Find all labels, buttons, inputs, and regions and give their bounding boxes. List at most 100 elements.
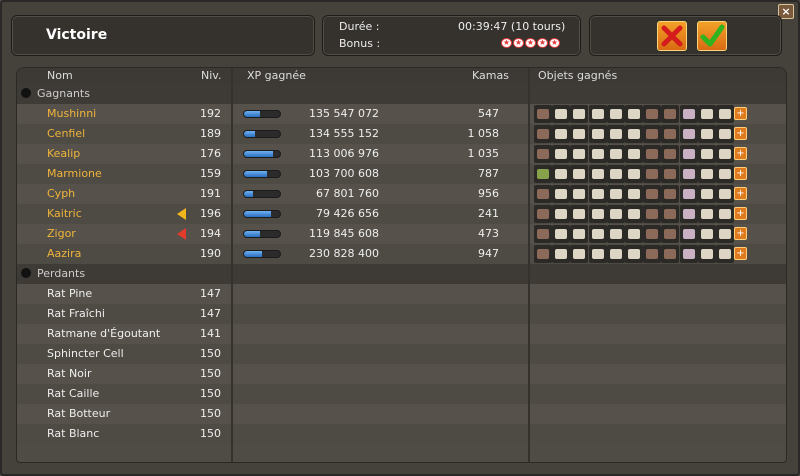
item-icon[interactable] — [606, 225, 625, 243]
item-icon[interactable] — [552, 165, 571, 183]
item-icon[interactable] — [588, 105, 607, 123]
table-row[interactable]: Rat Fraîchi 147 — [17, 304, 786, 324]
table-row[interactable]: Rat Caille 150 — [17, 384, 786, 404]
item-icon[interactable] — [716, 225, 734, 243]
item-icon[interactable] — [606, 145, 625, 163]
item-icon[interactable] — [552, 245, 571, 263]
item-icon[interactable] — [606, 105, 625, 123]
item-icon[interactable] — [625, 165, 643, 183]
item-icon[interactable] — [625, 125, 643, 143]
table-row[interactable]: Sphincter Cell 150 — [17, 344, 786, 364]
item-icon[interactable] — [570, 205, 589, 223]
item-icon[interactable] — [588, 185, 607, 203]
player-name[interactable]: Rat Blanc — [47, 427, 99, 440]
item-icon[interactable] — [643, 165, 662, 183]
table-row[interactable]: Ratmane d'Égoutant 141 — [17, 324, 786, 344]
orange-plus-icon[interactable]: + — [734, 187, 747, 200]
orange-plus-icon[interactable]: + — [734, 227, 747, 240]
item-icon[interactable] — [570, 225, 589, 243]
item-icon[interactable] — [534, 125, 552, 143]
player-name[interactable]: Rat Caille — [47, 387, 99, 400]
player-name[interactable]: Aazira — [47, 247, 81, 260]
orange-plus-icon[interactable]: + — [734, 247, 747, 260]
item-icon[interactable] — [643, 145, 662, 163]
player-name[interactable]: Rat Fraîchi — [47, 307, 105, 320]
item-icon[interactable] — [643, 245, 662, 263]
item-icon[interactable] — [679, 205, 698, 223]
item-icon[interactable] — [625, 225, 643, 243]
item-icon[interactable] — [716, 125, 734, 143]
item-icon[interactable] — [661, 225, 680, 243]
item-icon[interactable] — [588, 205, 607, 223]
item-icon[interactable] — [697, 145, 716, 163]
orange-plus-icon[interactable]: + — [734, 147, 747, 160]
player-name[interactable]: Sphincter Cell — [47, 347, 124, 360]
item-icon[interactable] — [588, 245, 607, 263]
item-icon[interactable] — [679, 185, 698, 203]
orange-plus-icon[interactable]: + — [734, 167, 747, 180]
item-icon[interactable] — [661, 205, 680, 223]
item-icon[interactable] — [643, 205, 662, 223]
item-icon[interactable] — [697, 185, 716, 203]
table-row[interactable]: Rat Blanc 150 — [17, 424, 786, 444]
orange-plus-icon[interactable]: + — [734, 127, 747, 140]
item-icon[interactable] — [716, 145, 734, 163]
item-icon[interactable] — [588, 225, 607, 243]
item-icon[interactable] — [552, 145, 571, 163]
item-icon[interactable] — [570, 185, 589, 203]
item-icon[interactable] — [588, 145, 607, 163]
item-icon[interactable] — [625, 245, 643, 263]
item-icon[interactable] — [697, 125, 716, 143]
item-icon[interactable] — [625, 105, 643, 123]
item-icon[interactable] — [534, 245, 552, 263]
table-row[interactable]: Rat Pine 147 — [17, 284, 786, 304]
item-icon[interactable] — [534, 145, 552, 163]
item-icon[interactable] — [661, 145, 680, 163]
item-icon[interactable] — [716, 185, 734, 203]
item-icon[interactable] — [552, 185, 571, 203]
item-icon[interactable] — [606, 185, 625, 203]
item-icon[interactable] — [643, 225, 662, 243]
item-icon[interactable] — [625, 185, 643, 203]
item-icon[interactable] — [679, 225, 698, 243]
item-icon[interactable] — [534, 185, 552, 203]
player-name[interactable]: Kealip — [47, 147, 80, 160]
item-icon[interactable] — [625, 205, 643, 223]
item-icon[interactable] — [716, 165, 734, 183]
item-icon[interactable] — [552, 125, 571, 143]
item-icon[interactable] — [552, 205, 571, 223]
item-icon[interactable] — [534, 205, 552, 223]
player-name[interactable]: Rat Pine — [47, 287, 92, 300]
table-row[interactable]: Mushinni 192 135 547 072 547 + — [17, 104, 786, 124]
player-name[interactable]: Zigor — [47, 227, 76, 240]
player-name[interactable]: Mushinni — [47, 107, 96, 120]
table-row[interactable]: Rat Botteur 150 — [17, 404, 786, 424]
item-icon[interactable] — [606, 205, 625, 223]
player-name[interactable]: Marmione — [47, 167, 102, 180]
item-icon[interactable] — [570, 145, 589, 163]
item-icon[interactable] — [697, 205, 716, 223]
table-row[interactable]: Cyph 191 67 801 760 956 + — [17, 184, 786, 204]
item-icon[interactable] — [716, 205, 734, 223]
table-row[interactable]: Zigor 194 119 845 608 473 + — [17, 224, 786, 244]
table-row[interactable]: Aazira 190 230 828 400 947 + — [17, 244, 786, 264]
item-icon[interactable] — [679, 245, 698, 263]
item-icon[interactable] — [661, 165, 680, 183]
item-icon[interactable] — [570, 125, 589, 143]
item-icon[interactable] — [570, 245, 589, 263]
player-name[interactable]: Kaitric — [47, 207, 82, 220]
item-icon[interactable] — [716, 245, 734, 263]
item-icon[interactable] — [643, 105, 662, 123]
orange-plus-icon[interactable]: + — [734, 207, 747, 220]
cancel-button[interactable] — [657, 21, 687, 51]
item-icon[interactable] — [606, 125, 625, 143]
player-name[interactable]: Rat Noir — [47, 367, 92, 380]
player-name[interactable]: Ratmane d'Égoutant — [47, 327, 160, 340]
table-row[interactable]: Cenfiel 189 134 555 152 1 058 + — [17, 124, 786, 144]
item-icon[interactable] — [625, 145, 643, 163]
item-icon[interactable] — [534, 105, 552, 123]
item-icon[interactable] — [534, 225, 552, 243]
item-icon[interactable] — [552, 225, 571, 243]
item-icon[interactable] — [661, 125, 680, 143]
item-icon[interactable] — [588, 165, 607, 183]
